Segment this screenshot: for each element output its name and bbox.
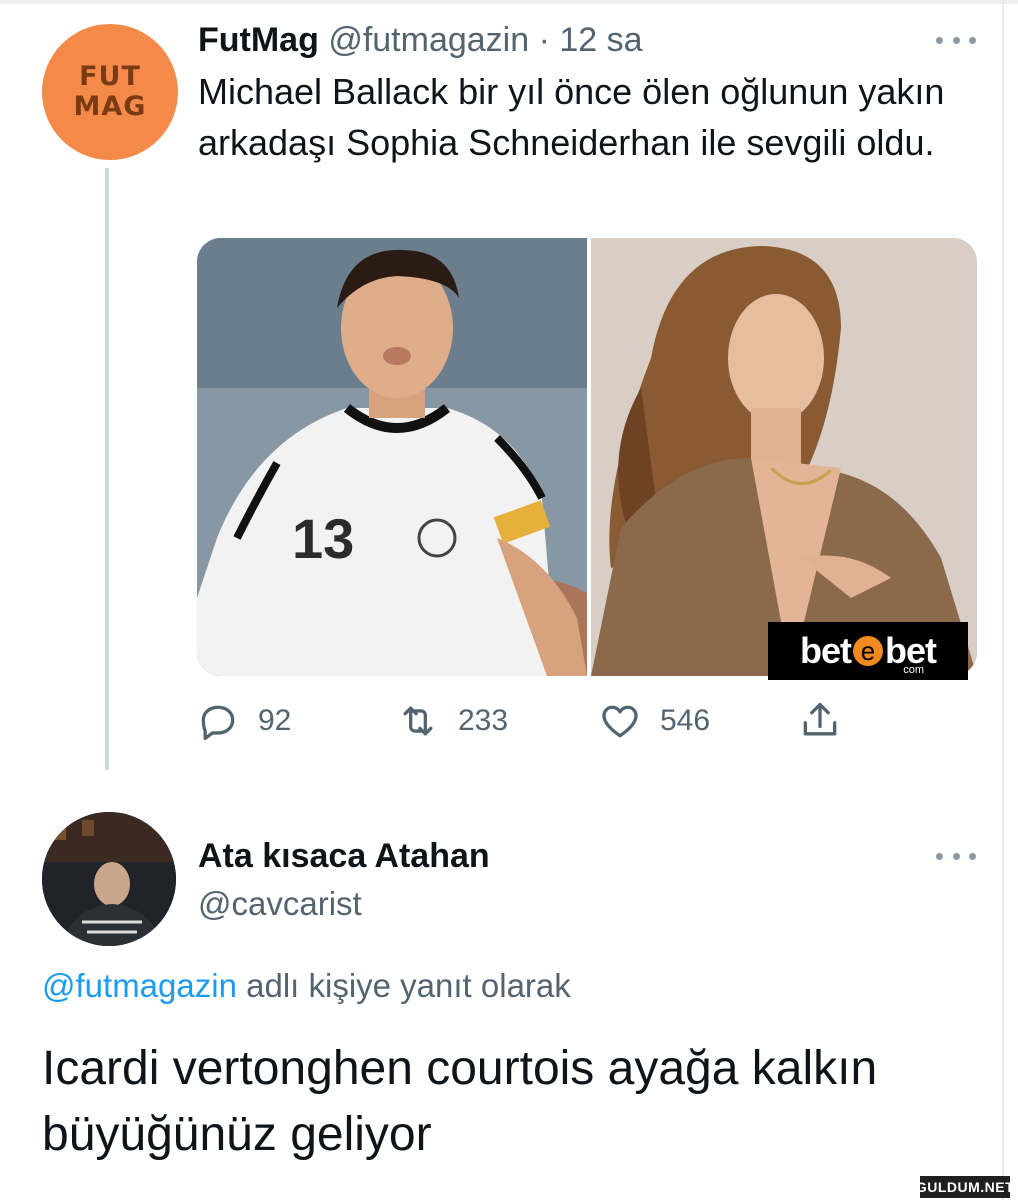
tweet-media[interactable]: 13: [197, 238, 977, 676]
like-action[interactable]: 546: [598, 696, 710, 746]
reply-count: 92: [258, 704, 292, 737]
thread-line: [105, 168, 109, 770]
heart-icon: [602, 705, 638, 738]
tweet-text: Michael Ballack bir yıl önce ölen oğlunu…: [198, 71, 945, 163]
retweet-action[interactable]: 233: [396, 696, 508, 746]
schneiderhan-photo[interactable]: [591, 238, 977, 676]
avatar-text-line2: MAG: [73, 91, 147, 122]
right-divider: [1002, 0, 1004, 1200]
reply-action[interactable]: 92: [196, 696, 291, 746]
top-divider: [0, 0, 1018, 4]
retweet-icon: [403, 706, 433, 736]
badge-suffix: com: [903, 664, 924, 676]
badge-e-icon: e: [853, 636, 883, 666]
tweet-time[interactable]: 12 sa: [559, 21, 642, 59]
separator: ·: [538, 21, 550, 59]
share-action[interactable]: [798, 696, 860, 746]
replying-to: @futmagazin adlı kişiye yanıt olarak: [42, 966, 571, 1006]
retweet-count: 233: [458, 704, 509, 737]
svg-text:13: 13: [292, 507, 354, 570]
reply-author-handle[interactable]: @cavcarist: [198, 884, 362, 924]
betebet-logo: bet e bet com: [768, 622, 968, 680]
author-handle[interactable]: @futmagazin: [328, 21, 529, 59]
share-icon: [803, 702, 837, 736]
futmag-avatar[interactable]: FUT MAG: [42, 24, 178, 160]
reply-more-options-icon[interactable]: [936, 846, 976, 866]
tweet-header: FutMag @futmagazin · 12 sa: [198, 18, 643, 62]
replying-suffix: adlı kişiye yanıt olarak: [246, 967, 571, 1004]
reply-text: Icardi vertonghen courtois ayağa kalkın …: [42, 1042, 878, 1161]
reply-icon: [201, 705, 235, 741]
badge-part1: bet: [800, 630, 852, 671]
site-watermark: GULDUM.NET: [916, 1176, 1014, 1198]
like-count: 546: [660, 704, 711, 737]
more-options-icon[interactable]: [936, 30, 976, 50]
reply-author-name[interactable]: Ata kısaca Atahan: [198, 836, 490, 876]
atahan-avatar[interactable]: [42, 812, 176, 946]
author-name[interactable]: FutMag: [198, 21, 319, 59]
avatar-text-line1: FUT: [79, 61, 141, 92]
ballack-photo[interactable]: 13: [197, 238, 587, 676]
replying-mention-link[interactable]: @futmagazin: [42, 967, 237, 1004]
